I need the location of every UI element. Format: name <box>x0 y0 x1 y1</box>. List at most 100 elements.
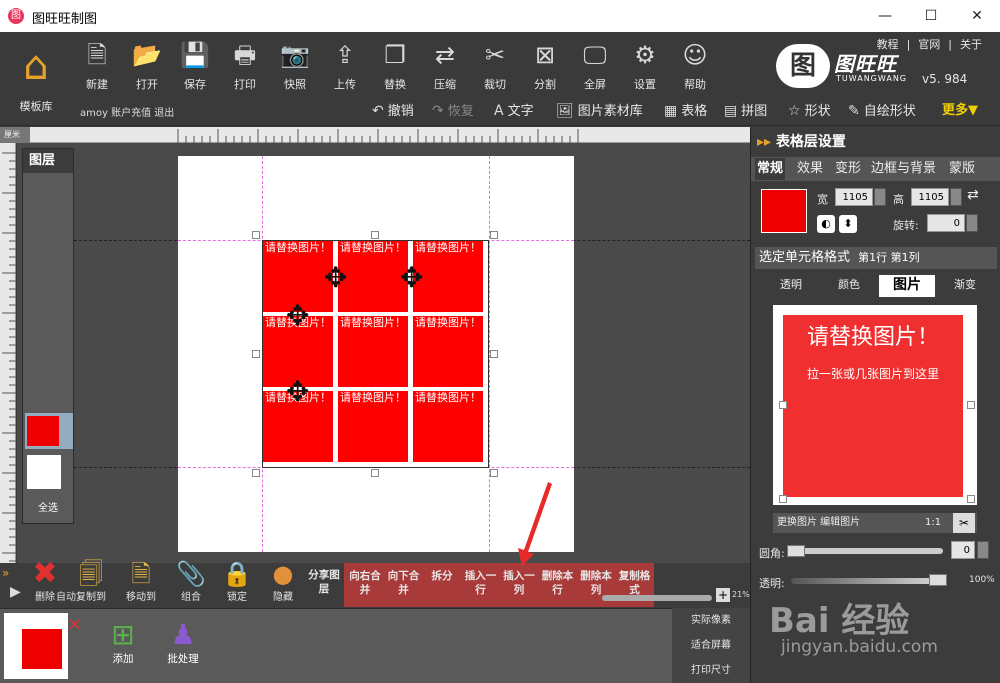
copy-to-button[interactable]: 🗐 复制到 <box>70 558 112 608</box>
layer-thumb-table[interactable] <box>25 413 73 449</box>
select-all-button[interactable]: 全选 <box>23 499 73 514</box>
collage-button[interactable]: ▤ 拼图 <box>724 100 767 122</box>
table-cell[interactable]: 请替换图片！ <box>338 391 408 462</box>
page-thumbnail[interactable] <box>4 613 68 679</box>
resize-handle[interactable] <box>252 350 260 358</box>
maximize-button[interactable]: ☐ <box>908 0 954 32</box>
resize-handle[interactable] <box>252 469 260 477</box>
group-button[interactable]: 📎 组合 <box>170 558 212 608</box>
fill-tab[interactable]: 颜色 <box>821 275 877 295</box>
panel-tab[interactable]: 变形 <box>833 158 863 180</box>
height-input[interactable]: 1105 <box>911 188 949 206</box>
fill-tab[interactable]: 渐变 <box>937 275 993 295</box>
panel-tab[interactable]: 边框与背景 <box>869 158 938 180</box>
minimize-button[interactable]: — <box>862 0 908 32</box>
panel-tab[interactable]: 效果 <box>795 158 825 180</box>
top-link[interactable]: 关于 <box>960 38 982 51</box>
share-layer-button[interactable]: 分享图层 <box>308 568 340 596</box>
image-handle[interactable] <box>967 495 975 503</box>
table-cell[interactable]: 请替换图片！ <box>413 241 483 312</box>
open-tool-button[interactable]: 📂 打开 <box>126 38 168 94</box>
image-handle[interactable] <box>779 495 787 503</box>
opacity-slider-knob[interactable] <box>929 574 947 586</box>
settings-tool-button[interactable]: ⚙ 设置 <box>624 38 666 94</box>
new-tool-button[interactable]: 🗎 新建 <box>76 38 118 94</box>
text-button[interactable]: A 文字 <box>494 100 534 122</box>
panel-tab[interactable]: 常规 <box>755 158 786 180</box>
delete-row-button[interactable]: 删除本行 <box>539 569 577 597</box>
rotate-spinner[interactable] <box>966 214 978 232</box>
account-links[interactable]: amoy 账户充值 退出 <box>80 104 174 119</box>
resize-handle[interactable] <box>371 231 379 239</box>
corner-slider[interactable] <box>789 548 943 554</box>
table-button[interactable]: ▦ 表格 <box>664 100 707 122</box>
template-library-button[interactable]: ⌂ 模板库 <box>8 42 64 122</box>
corner-slider-knob[interactable] <box>787 545 805 557</box>
rotate-input[interactable]: 0 <box>927 214 965 232</box>
table-cell[interactable]: 请替换图片！ <box>338 241 408 312</box>
split-cell-button[interactable]: 拆分 <box>423 569 461 583</box>
flip-vertical-icon[interactable]: ⬍ <box>839 215 857 233</box>
height-spinner[interactable] <box>950 188 962 206</box>
fullscreen-tool-button[interactable]: 🖵 全屏 <box>574 38 616 94</box>
image-handle[interactable] <box>967 401 975 409</box>
upload-tool-button[interactable]: ⇪ 上传 <box>324 38 366 94</box>
fill-tab[interactable]: 透明 <box>763 275 819 295</box>
replace-tool-button[interactable]: ❐ 替换 <box>374 38 416 94</box>
flip-horizontal-icon[interactable]: ◐ <box>817 215 835 233</box>
corner-input[interactable]: 0 <box>951 541 975 559</box>
close-button[interactable]: ✕ <box>954 0 1000 32</box>
view-option-button[interactable]: 适合屏幕 <box>672 633 750 658</box>
lock-button[interactable]: 🔒 锁定 <box>216 558 258 608</box>
save-tool-button[interactable]: 💾 保存 <box>174 38 216 94</box>
redo-button[interactable]: ↷ 恢复 <box>432 100 474 122</box>
merge-right-button[interactable]: 向右合并 <box>346 569 384 597</box>
fill-tab[interactable]: 图片 <box>879 275 935 297</box>
batch-process-button[interactable]: ♟ 批处理 <box>160 615 206 666</box>
resize-handle[interactable] <box>490 469 498 477</box>
snapshot-tool-button[interactable]: 📷 快照 <box>274 38 316 94</box>
image-buttons[interactable]: 更换图片 编辑图片 1:1 ✂ <box>773 513 977 533</box>
more-menu-button[interactable]: 更多▼ <box>942 100 978 122</box>
shape-button[interactable]: ☆ 形状 <box>788 100 831 122</box>
resize-handle[interactable] <box>490 350 498 358</box>
zoom-slider[interactable] <box>602 595 712 601</box>
add-page-button[interactable]: ⊞ 添加 <box>100 615 146 666</box>
table-layer[interactable]: 请替换图片！ 请替换图片！ 请替换图片！ 请替换图片！ 请替换图片！ 请替换图片！ 请替换图… <box>262 240 489 468</box>
image-library-button[interactable]: 🖼 图片素材库 <box>556 100 643 122</box>
resize-handle[interactable] <box>252 231 260 239</box>
move-to-button[interactable]: 🗎 移动到 <box>120 558 162 608</box>
crop-icon[interactable]: ✂ <box>953 513 975 533</box>
hide-button[interactable]: ● 隐藏 <box>262 558 304 608</box>
insert-col-button[interactable]: 插入一列 <box>500 569 538 597</box>
view-option-button[interactable]: 实际像素 <box>672 608 750 633</box>
undo-button[interactable]: ↶ 撤销 <box>372 100 414 122</box>
zoom-in-button[interactable]: + <box>716 588 730 602</box>
close-page-icon[interactable]: ✕ <box>68 615 81 634</box>
table-cell[interactable]: 请替换图片！ <box>413 316 483 387</box>
collapse-icon[interactable]: » <box>2 566 9 580</box>
custom-shape-button[interactable]: ✎ 自绘形状 <box>848 100 916 122</box>
swap-size-icon[interactable]: ⇄ <box>967 187 979 203</box>
opacity-slider[interactable] <box>791 578 947 584</box>
table-cell[interactable]: 请替换图片！ <box>338 316 408 387</box>
resize-handle[interactable] <box>371 469 379 477</box>
corner-spinner[interactable] <box>977 541 989 559</box>
image-handle[interactable] <box>779 401 787 409</box>
width-spinner[interactable] <box>874 188 886 206</box>
view-option-button[interactable]: 打印尺寸 <box>672 658 750 683</box>
split-tool-button[interactable]: ⊠ 分割 <box>524 38 566 94</box>
compress-tool-button[interactable]: ⇄ 压缩 <box>424 38 466 94</box>
print-tool-button[interactable]: 🖶 打印 <box>224 38 266 94</box>
resize-handle[interactable] <box>490 231 498 239</box>
help-tool-button[interactable]: ☺ 帮助 <box>674 38 716 94</box>
panel-tab[interactable]: 蒙版 <box>947 158 977 180</box>
layer-thumb-background[interactable] <box>27 455 61 489</box>
insert-row-button[interactable]: 插入一行 <box>462 569 500 597</box>
width-input[interactable]: 1105 <box>835 188 873 206</box>
merge-down-button[interactable]: 向下合并 <box>385 569 423 597</box>
table-cell[interactable]: 请替换图片！ <box>413 391 483 462</box>
cut-tool-button[interactable]: ✂ 裁切 <box>474 38 516 94</box>
play-icon[interactable]: ▶ <box>10 584 21 600</box>
cell-image-area[interactable]: 请替换图片！ 拉一张或几张图片到这里 <box>773 305 977 505</box>
